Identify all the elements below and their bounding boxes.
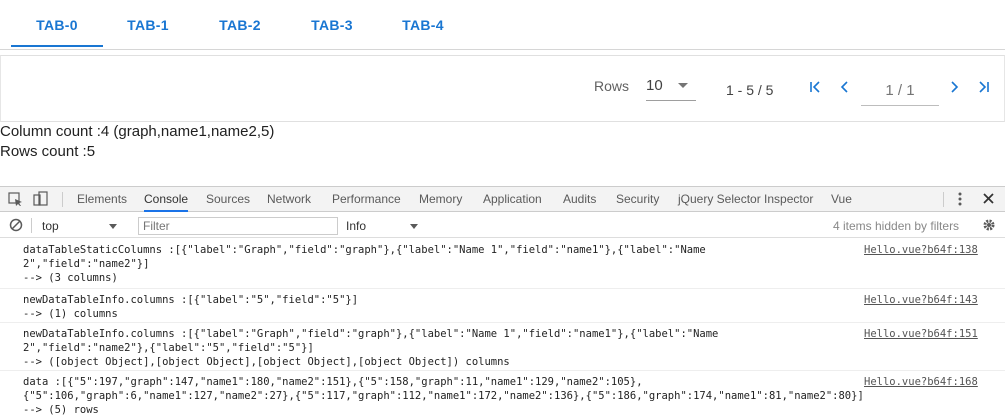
console-message: data :[{"5":197,"graph":147,"name1":180,… [23,376,864,416]
devtools-tab-vue[interactable]: Vue [831,187,852,212]
chevron-right-icon[interactable] [944,80,964,100]
toolbar-separator [31,218,32,233]
rows-per-page-value: 10 [646,77,663,94]
devtools-tab-console[interactable]: Console [144,187,189,212]
more-options-icon[interactable] [956,191,964,210]
devtools-tab-application[interactable]: Application [483,187,542,212]
rows-count-text: Rows count :5 [0,143,96,160]
devtools-panel: Elements Console Sources Network Perform… [0,186,1005,418]
close-icon[interactable] [982,192,995,208]
toolbar-separator [62,192,63,207]
last-page-icon[interactable] [973,80,993,100]
log-level-select[interactable]: Info [346,219,366,233]
console-message: newDataTableInfo.columns :[{"label":"Gra… [23,328,719,368]
gear-icon[interactable] [982,218,996,235]
tab-4[interactable]: TAB-4 [377,0,469,48]
source-link[interactable]: Hello.vue?b64f:151 [864,327,978,341]
source-link[interactable]: Hello.vue?b64f:168 [864,375,978,389]
context-select[interactable]: top [42,219,59,233]
device-toolbar-icon[interactable] [33,191,49,210]
tab-0[interactable]: TAB-0 [11,0,103,48]
console-message: newDataTableInfo.columns :[{"label":"5",… [23,294,359,320]
devtools-tab-elements[interactable]: Elements [77,187,127,212]
console-message: dataTableStaticColumns :[{"label":"Graph… [23,244,706,284]
hidden-items-note: 4 items hidden by filters [833,219,960,233]
console-log-entry: newDataTableInfo.columns :[{"label":"Gra… [0,323,1005,371]
chevron-left-icon[interactable] [835,80,855,100]
tab-2[interactable]: TAB-2 [194,0,286,48]
devtools-tab-audits[interactable]: Audits [563,187,596,212]
tab-1[interactable]: TAB-1 [102,0,194,48]
devtools-tab-jquery-selector-inspector[interactable]: jQuery Selector Inspector [678,187,813,212]
tab-bar: TAB-0 TAB-1 TAB-2 TAB-3 TAB-4 [0,0,1005,50]
caret-down-icon [410,224,418,229]
inspect-element-icon[interactable] [8,192,23,210]
devtools-toolbar: Elements Console Sources Network Perform… [0,187,1005,212]
console-toolbar: top Info 4 items hidden by filters [0,213,1005,238]
source-link[interactable]: Hello.vue?b64f:143 [864,293,978,307]
devtools-tab-sources[interactable]: Sources [206,187,250,212]
source-link[interactable]: Hello.vue?b64f:138 [864,243,978,257]
data-table: Rows 10 1 - 5 / 5 1 / 1 [0,55,1005,122]
console-log-entry: dataTableStaticColumns :[{"label":"Graph… [0,239,1005,289]
tab-3[interactable]: TAB-3 [286,0,378,48]
console-log-entry: newDataTableInfo.columns :[{"label":"5",… [0,289,1005,323]
rows-per-page-select[interactable]: 10 [646,73,696,101]
column-count-text: Column count :4 (graph,name1,name2,5) [0,123,275,140]
console-log-entry: data :[{"5":197,"graph":147,"name1":180,… [0,371,1005,418]
caret-down-icon [109,224,117,229]
active-tab-indicator [11,45,103,47]
devtools-tab-network[interactable]: Network [267,187,311,212]
devtools-tab-memory[interactable]: Memory [419,187,462,212]
toolbar-separator [943,192,944,207]
console-filter-input[interactable] [138,217,338,235]
first-page-icon[interactable] [806,80,826,100]
devtools-tab-performance[interactable]: Performance [332,187,401,212]
devtools-tab-security[interactable]: Security [616,187,659,212]
page-range: 1 - 5 / 5 [726,82,774,98]
caret-down-icon [678,83,688,88]
rows-label: Rows [594,78,630,94]
page-indicator[interactable]: 1 / 1 [861,76,939,106]
clear-console-icon[interactable] [9,218,23,235]
